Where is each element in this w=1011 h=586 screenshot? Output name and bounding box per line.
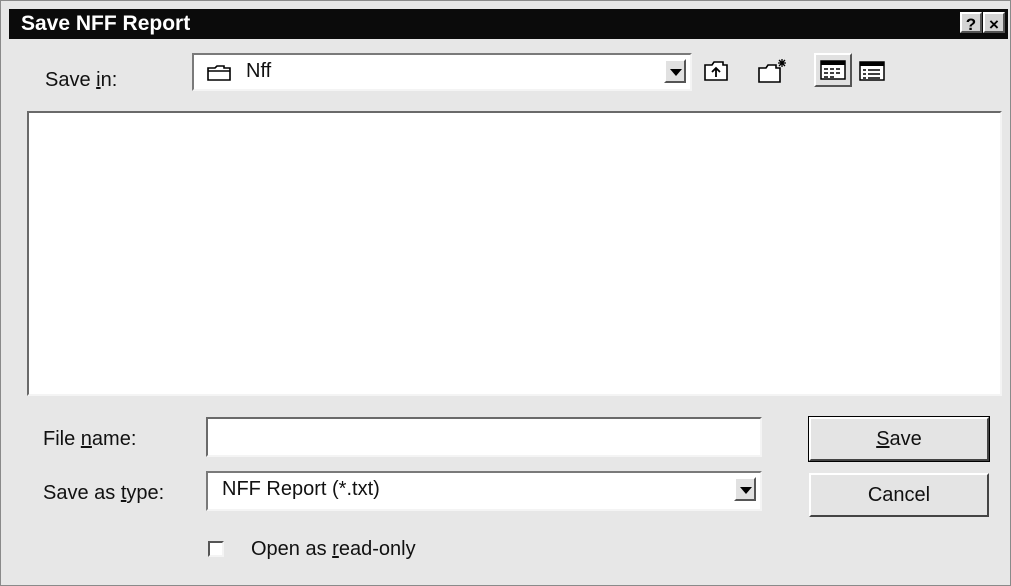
save-in-value: Nff: [246, 60, 272, 82]
create-new-folder-icon: [758, 59, 786, 83]
save-as-type-label: Save as type:: [43, 482, 165, 504]
save-as-type-dropdown[interactable]: NFF Report (*.txt): [206, 471, 762, 511]
folder-icon: [206, 63, 234, 88]
file-name-input[interactable]: [206, 417, 762, 457]
new-folder-button[interactable]: [756, 56, 790, 86]
details-view-icon: [859, 61, 885, 81]
help-button[interactable]: ?: [960, 12, 982, 34]
save-in-label: Save in:: [45, 69, 118, 91]
up-one-level-button[interactable]: [701, 56, 731, 86]
up-one-level-icon: [704, 61, 728, 81]
title-bar[interactable]: Save NFF Report ? ×: [9, 9, 1008, 39]
file-name-label: File name:: [43, 428, 137, 450]
save-as-type-value: NFF Report (*.txt): [222, 478, 380, 500]
save-button[interactable]: Save: [808, 416, 990, 462]
cancel-button[interactable]: Cancel: [809, 473, 989, 517]
file-list[interactable]: [27, 111, 1002, 396]
read-only-checkbox[interactable]: [208, 541, 224, 557]
window-title: Save NFF Report: [21, 12, 191, 35]
save-dialog: Save NFF Report ? × Save in: Nff File na…: [0, 0, 1011, 586]
list-view-button[interactable]: [814, 53, 852, 87]
close-button[interactable]: ×: [983, 12, 1005, 34]
save-in-dropdown[interactable]: Nff: [192, 53, 692, 91]
chevron-down-icon[interactable]: [664, 59, 686, 83]
chevron-down-icon[interactable]: [734, 477, 756, 501]
details-view-button[interactable]: [854, 56, 890, 86]
read-only-label[interactable]: Open as read-only: [251, 538, 416, 561]
list-view-icon: [820, 60, 846, 80]
